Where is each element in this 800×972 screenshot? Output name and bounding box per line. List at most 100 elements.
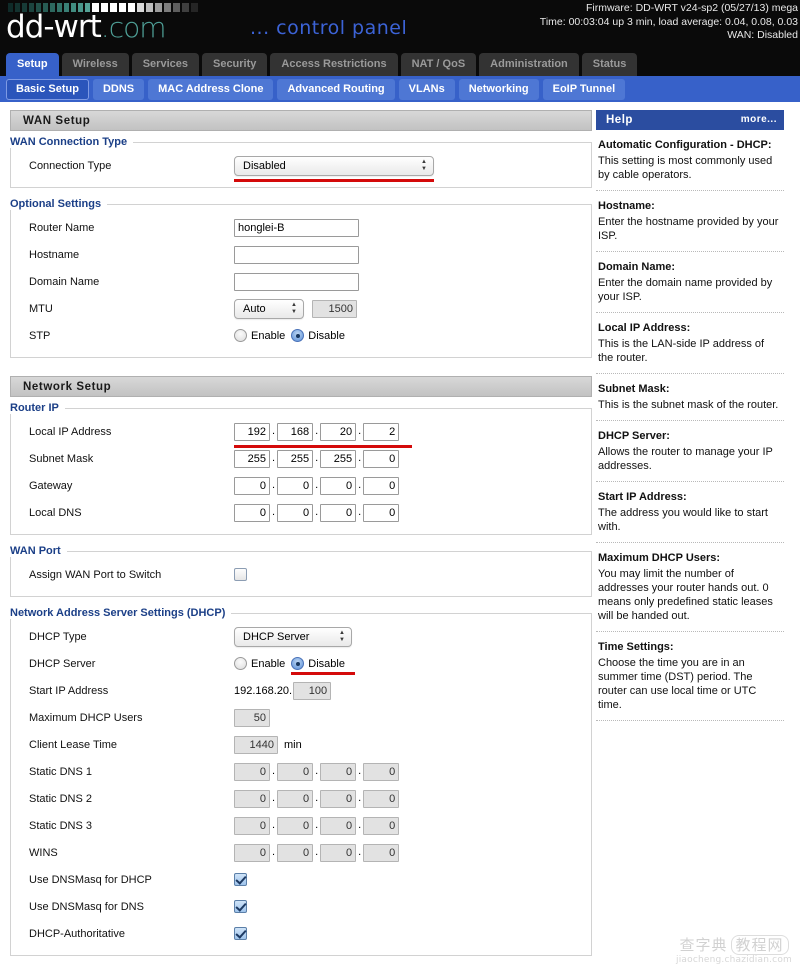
wins-octet-4[interactable] — [363, 843, 400, 862]
ip-dot: . — [315, 818, 319, 831]
static-dns1-octet-4[interactable] — [363, 762, 400, 781]
local-dns-octet-3[interactable] — [320, 503, 357, 522]
page-content: WAN Setup WAN Connection Type Connection… — [0, 102, 800, 972]
subnet-octet-4[interactable] — [363, 449, 400, 468]
assign-wan-port-checkbox[interactable] — [234, 568, 247, 581]
static-dns2-octet-2[interactable] — [277, 789, 314, 808]
dnsmasq-dns-label: Use DNSMasq for DNS — [29, 900, 144, 913]
help-item-heading: Start IP Address: — [598, 491, 687, 503]
dnsmasq-dns-checkbox[interactable] — [234, 900, 247, 913]
static-dns3-octet-4[interactable] — [363, 816, 400, 835]
local-dns-octet-4[interactable] — [363, 503, 400, 522]
subnet-octet-3[interactable] — [320, 449, 357, 468]
subtab-eoip-tunnel[interactable]: EoIP Tunnel — [542, 78, 626, 100]
subtab-mac-address-clone[interactable]: MAC Address Clone — [148, 78, 274, 100]
tab-nat-qos[interactable]: NAT / QoS — [400, 53, 477, 76]
subnet-octet-2[interactable] — [277, 449, 314, 468]
client-lease-time-input[interactable] — [234, 735, 278, 754]
subnet-mask-label: Subnet Mask — [29, 452, 94, 465]
logo-bar-segment — [173, 3, 180, 12]
ip-dot: . — [358, 451, 362, 464]
local-ip-octet-3[interactable] — [320, 422, 357, 441]
mtu-mode-value: Auto — [243, 302, 266, 315]
domain-name-input[interactable] — [234, 272, 359, 291]
wins-row: WINS . . . — [11, 839, 591, 866]
dhcp-type-select[interactable]: DHCP Server ▲ ▼ — [234, 626, 352, 647]
help-item-body: This setting is most commonly used by ca… — [598, 155, 773, 181]
gateway-octet-3[interactable] — [320, 476, 357, 495]
control-panel-title: ... control panel — [250, 17, 408, 39]
mtu-value-input[interactable] — [312, 299, 357, 318]
tab-wireless[interactable]: Wireless — [61, 53, 129, 76]
router-name-input[interactable] — [234, 218, 359, 237]
uptime-info: Time: 00:03:04 up 3 min, load average: 0… — [539, 15, 798, 28]
ip-dot: . — [272, 791, 276, 804]
static-dns2-label: Static DNS 2 — [29, 792, 92, 805]
connection-type-select[interactable]: Disabled ▲ ▼ — [234, 155, 434, 176]
start-ip-row: Start IP Address 192.168.20. — [11, 677, 591, 704]
help-item-body: Choose the time you are in an summer tim… — [598, 657, 757, 711]
static-dns2-octet-1[interactable] — [234, 789, 270, 808]
subnet-octet-1[interactable] — [234, 449, 270, 468]
static-dns3-octet-1[interactable] — [234, 816, 270, 835]
stp-enable-radio[interactable]: Enable — [234, 329, 285, 342]
tab-administration[interactable]: Administration — [479, 53, 579, 76]
start-ip-input[interactable] — [293, 681, 332, 700]
local-ip-octet-2[interactable] — [277, 422, 314, 441]
tab-access-restrictions[interactable]: Access Restrictions — [270, 53, 398, 76]
max-dhcp-users-input[interactable] — [234, 708, 270, 727]
tab-services[interactable]: Services — [131, 53, 199, 76]
dhcp-type-row: DHCP Type DHCP Server ▲ ▼ — [11, 623, 591, 650]
dhcp-server-enable-radio[interactable]: Enable — [234, 657, 285, 670]
local-ip-octet-1[interactable] — [234, 422, 270, 441]
static-dns3-octet-2[interactable] — [277, 816, 314, 835]
hostname-input[interactable] — [234, 245, 359, 264]
tab-security[interactable]: Security — [201, 53, 268, 76]
help-item-body: You may limit the number of addresses yo… — [598, 568, 773, 622]
subtab-advanced-routing[interactable]: Advanced Routing — [277, 78, 395, 100]
static-dns2-octet-3[interactable] — [320, 789, 357, 808]
primary-tab-bar: Setup Wireless Services Security Access Rest… — [0, 50, 800, 76]
static-dns1-octet-3[interactable] — [320, 762, 357, 781]
static-dns2-octet-4[interactable] — [363, 789, 400, 808]
wins-octet-2[interactable] — [277, 843, 314, 862]
dhcp-server-disable-radio[interactable]: Disable — [291, 657, 356, 675]
tab-setup[interactable]: Setup — [6, 53, 59, 76]
help-panel: Help more... Automatic Configuration - D… — [592, 102, 790, 721]
mtu-mode-select[interactable]: Auto ▲ ▼ — [234, 298, 304, 319]
ip-dot: . — [272, 478, 276, 491]
static-dns1-octet-2[interactable] — [277, 762, 314, 781]
subtab-basic-setup[interactable]: Basic Setup — [6, 78, 89, 100]
logo-bar-segment — [182, 3, 189, 12]
dhcp-authoritative-checkbox[interactable] — [234, 927, 247, 940]
dnsmasq-dhcp-checkbox[interactable] — [234, 873, 247, 886]
dhcp-type-value: DHCP Server — [243, 630, 310, 643]
local-dns-octet-1[interactable] — [234, 503, 270, 522]
assign-wan-port-label: Assign WAN Port to Switch — [29, 568, 162, 581]
dhcp-settings-legend: Network Address Server Settings (DHCP) — [10, 607, 232, 619]
chevron-updown-icon: ▲ ▼ — [339, 629, 345, 643]
wan-port-legend: WAN Port — [10, 545, 67, 557]
static-dns1-octet-1[interactable] — [234, 762, 270, 781]
help-more-link[interactable]: more... — [741, 110, 777, 130]
local-dns-octet-2[interactable] — [277, 503, 314, 522]
tab-status[interactable]: Status — [581, 53, 638, 76]
wins-octet-3[interactable] — [320, 843, 357, 862]
subtab-vlans[interactable]: VLANs — [398, 78, 455, 100]
help-item: Domain Name: Enter the domain name provid… — [596, 252, 784, 313]
gateway-octet-4[interactable] — [363, 476, 400, 495]
ip-dot: . — [315, 424, 319, 437]
static-dns1-label: Static DNS 1 — [29, 765, 92, 778]
gateway-octet-1[interactable] — [234, 476, 270, 495]
stp-disable-radio[interactable]: Disable — [291, 329, 345, 342]
wins-octet-1[interactable] — [234, 843, 270, 862]
static-dns3-octet-3[interactable] — [320, 816, 357, 835]
subtab-networking[interactable]: Networking — [458, 78, 539, 100]
stp-disable-label: Disable — [308, 329, 345, 342]
subtab-ddns[interactable]: DDNS — [92, 78, 145, 100]
wan-port-group: WAN Port Assign WAN Port to Switch — [10, 545, 592, 597]
gateway-octet-2[interactable] — [277, 476, 314, 495]
ip-dot: . — [358, 818, 362, 831]
local-ip-octet-4[interactable] — [363, 422, 400, 441]
help-item-heading: Domain Name: — [598, 261, 676, 273]
